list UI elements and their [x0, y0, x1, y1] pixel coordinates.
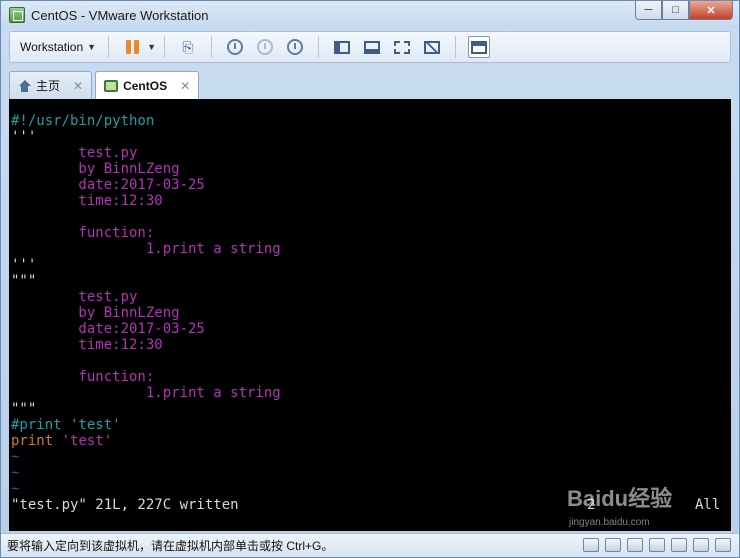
tab-bar: 主页 ✕ CentOS ✕ [9, 71, 200, 99]
close-tab-home-icon[interactable]: ✕ [73, 79, 83, 93]
tab-centos[interactable]: CentOS ✕ [95, 71, 200, 99]
editor-line: by BinnLZeng [11, 161, 180, 177]
toolbar-divider [108, 36, 110, 58]
sound-icon[interactable] [693, 538, 709, 552]
hard-disk-icon[interactable] [583, 538, 599, 552]
editor-line: #print 'test' [11, 417, 121, 433]
full-screen-icon[interactable] [391, 36, 413, 58]
editor-line: 1.print a string [11, 385, 281, 401]
vm-icon [104, 79, 119, 92]
editor-line: ~ [11, 465, 20, 481]
snapshot-take-icon[interactable] [224, 36, 246, 58]
workstation-menu-button[interactable]: Workstation ▼ [16, 35, 100, 59]
tab-centos-label: CentOS [123, 78, 168, 93]
pause-dropdown-icon[interactable]: ▼ [147, 42, 156, 52]
minimize-button[interactable]: ─ [635, 1, 662, 20]
home-icon [18, 79, 31, 92]
vmware-app-icon [9, 7, 25, 23]
baidu-watermark-url: jingyan.baidu.com [569, 517, 650, 528]
status-message: 要将输入定向到该虚拟机，请在虚拟机内部单击或按 Ctrl+G。 [7, 539, 334, 553]
editor-line: """ [11, 273, 37, 289]
workstation-menu-label: Workstation [20, 40, 84, 54]
device-icons [583, 538, 731, 552]
cd-drive-icon[interactable] [605, 538, 621, 552]
editor-line: test.py [11, 145, 138, 161]
printer-icon[interactable] [671, 538, 687, 552]
show-library-icon[interactable] [331, 36, 353, 58]
vim-scroll-position: All [695, 497, 721, 513]
editor-line: time:12:30 [11, 337, 163, 353]
tab-home-label: 主页 [36, 79, 61, 93]
toolbar-divider [317, 36, 319, 58]
snapshot-revert-icon[interactable] [254, 36, 276, 58]
editor-line: #!/usr/bin/python [11, 113, 155, 129]
editor-line: date:2017-03-25 [11, 321, 205, 337]
editor-line: function: [11, 225, 155, 241]
editor-line: by BinnLZeng [11, 305, 180, 321]
vmware-window: CentOS - VMware Workstation ─ □ ✕ Workst… [0, 0, 740, 558]
window-controls: ─ □ ✕ [635, 1, 733, 20]
title-bar: CentOS - VMware Workstation ─ □ ✕ [1, 1, 739, 29]
close-tab-centos-icon[interactable]: ✕ [180, 79, 190, 93]
editor-line: ''' [11, 257, 37, 273]
editor-line: function: [11, 369, 155, 385]
baidu-watermark: Baidu经验 [567, 486, 673, 511]
message-icon[interactable] [715, 538, 731, 552]
usb-icon[interactable] [649, 538, 665, 552]
editor-line: ~ [11, 449, 20, 465]
toolbar-divider [163, 36, 165, 58]
close-button[interactable]: ✕ [689, 1, 733, 20]
toolbar-divider [454, 36, 456, 58]
unity-icon[interactable] [421, 36, 443, 58]
pause-icon[interactable] [121, 36, 143, 58]
window-title: CentOS - VMware Workstation [31, 7, 209, 23]
editor-line: date:2017-03-25 [11, 177, 205, 193]
editor-line: test.py [11, 289, 138, 305]
network-icon[interactable] [627, 538, 643, 552]
maximize-button[interactable]: □ [662, 1, 689, 20]
editor-line: 1.print a string [11, 241, 281, 257]
chevron-down-icon: ▼ [87, 42, 97, 52]
editor-line: time:12:30 [11, 193, 163, 209]
editor-line: print 'test' [11, 433, 113, 449]
tab-home[interactable]: 主页 ✕ [9, 71, 93, 99]
status-bar: 要将输入定向到该虚拟机，请在虚拟机内部单击或按 Ctrl+G。 [1, 533, 739, 557]
editor-line: ~ [11, 481, 20, 497]
editor-line: """ [11, 401, 37, 417]
vm-console[interactable]: #!/usr/bin/python ''' test.py by BinnLZen… [9, 99, 731, 531]
toolbar-divider [210, 36, 212, 58]
snapshot-manager-icon[interactable] [284, 36, 306, 58]
console-view-icon[interactable] [467, 36, 490, 58]
editor-line: ''' [11, 129, 37, 145]
send-ctrl-alt-del-icon[interactable]: ⎘ [177, 36, 199, 58]
vim-status-message: "test.py" 21L, 227C written [11, 497, 239, 513]
thumbnail-bar-icon[interactable] [361, 36, 383, 58]
toolbar: Workstation ▼ ▼ ⎘ [9, 31, 731, 63]
